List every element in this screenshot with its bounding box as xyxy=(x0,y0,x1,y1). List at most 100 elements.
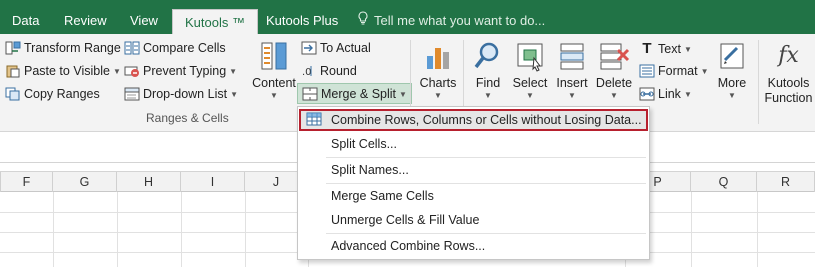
column-header-h[interactable]: H xyxy=(117,172,181,192)
grid-col-line xyxy=(757,192,758,267)
menu-item-label: Advanced Combine Rows... xyxy=(331,239,486,253)
tab-kutools[interactable]: Kutools ™ xyxy=(172,9,258,34)
lightbulb-icon xyxy=(356,7,370,34)
format-button[interactable]: Format ▼ xyxy=(639,61,709,82)
select-icon xyxy=(514,40,546,72)
menu-item-advanced-combine-rows[interactable]: Advanced Combine Rows... xyxy=(299,235,648,257)
paste-icon xyxy=(5,64,21,78)
menu-item-split-names[interactable]: Split Names... xyxy=(299,159,648,181)
chevron-down-icon: ▼ xyxy=(728,91,736,100)
menu-separator xyxy=(326,183,646,184)
column-header-i[interactable]: I xyxy=(181,172,245,192)
menu-item-combine-rows-columns-cells[interactable]: Combine Rows, Columns or Cells without L… xyxy=(299,109,648,131)
delete-label: Delete xyxy=(595,76,633,90)
grid-col-line xyxy=(117,192,118,267)
charts-label: Charts xyxy=(419,76,457,90)
to-actual-label: To Actual xyxy=(320,41,371,55)
text-button[interactable]: T Text ▼ xyxy=(639,38,692,59)
select-label: Select xyxy=(512,76,548,90)
menu-item-unmerge-cells-fill-value[interactable]: Unmerge Cells & Fill Value xyxy=(299,209,648,231)
menu-item-split-cells[interactable]: Split Cells... xyxy=(299,133,648,155)
prevent-typing-button[interactable]: Prevent Typing ▼ xyxy=(124,61,237,82)
copy-ranges-button[interactable]: Copy Ranges xyxy=(5,84,100,105)
more-button[interactable]: More ▼ xyxy=(708,38,756,101)
tab-kutools-plus[interactable]: Kutools Plus xyxy=(262,7,342,34)
grid-col-line xyxy=(181,192,182,267)
merge-split-icon xyxy=(302,87,318,101)
kutools-functions-label-line1: Kutools xyxy=(767,76,810,90)
to-actual-button[interactable]: To Actual xyxy=(301,38,371,59)
dropdown-list-label: Drop-down List xyxy=(143,87,228,101)
compare-cells-icon xyxy=(124,41,140,55)
transform-range-button[interactable]: Transform Range xyxy=(5,38,121,59)
tell-me-box[interactable]: Tell me what you want to do... xyxy=(356,7,545,34)
magnifier-icon xyxy=(472,40,504,72)
select-button[interactable]: Select ▼ xyxy=(506,38,554,101)
insert-icon xyxy=(556,40,588,72)
compare-cells-button[interactable]: Compare Cells xyxy=(124,38,226,59)
dropdown-list-button[interactable]: Drop-down List ▼ xyxy=(124,84,238,105)
text-label: Text xyxy=(658,42,681,56)
chevron-down-icon: ▼ xyxy=(568,91,576,100)
chevron-down-icon: ▼ xyxy=(683,90,692,99)
tab-view[interactable]: View xyxy=(126,7,162,34)
chevron-down-icon: ▼ xyxy=(683,45,692,54)
tab-data[interactable]: Data xyxy=(8,7,43,34)
kutools-functions-button[interactable]: fx Kutools Function xyxy=(762,38,815,106)
round-icon: .0 xyxy=(301,64,317,78)
more-label: More xyxy=(717,76,747,90)
chevron-down-icon: ▼ xyxy=(230,90,238,99)
content-icon xyxy=(258,40,290,72)
delete-icon xyxy=(598,40,630,72)
column-header-r[interactable]: R xyxy=(757,172,815,192)
chevron-down-icon: ▼ xyxy=(229,67,238,76)
menu-item-label: Split Cells... xyxy=(331,137,397,151)
link-label: Link xyxy=(658,87,681,101)
round-button[interactable]: .0 Round xyxy=(301,61,357,82)
column-header-f[interactable]: F xyxy=(1,172,53,192)
compare-cells-label: Compare Cells xyxy=(143,41,226,55)
column-header-q[interactable]: Q xyxy=(691,172,757,192)
find-button[interactable]: Find ▼ xyxy=(464,38,512,101)
column-header-g[interactable]: G xyxy=(53,172,117,192)
link-button[interactable]: Link ▼ xyxy=(639,84,692,105)
copy-ranges-icon xyxy=(5,87,21,101)
tell-me-text: Tell me what you want to do... xyxy=(374,13,546,28)
charts-button[interactable]: Charts ▼ xyxy=(414,38,462,101)
transform-range-icon xyxy=(5,41,21,55)
grid-col-line xyxy=(691,192,692,267)
merge-split-label: Merge & Split xyxy=(321,87,397,101)
group-divider xyxy=(758,40,759,124)
prevent-typing-icon xyxy=(124,64,140,78)
paste-to-visible-button[interactable]: Paste to Visible ▼ xyxy=(5,61,121,82)
dropdown-list-icon xyxy=(124,87,140,101)
insert-label: Insert xyxy=(556,76,588,90)
grid-col-line xyxy=(53,192,54,267)
chevron-down-icon: ▼ xyxy=(434,91,442,100)
merge-split-button[interactable]: Merge & Split ▼ xyxy=(297,83,412,104)
to-actual-icon xyxy=(301,41,317,55)
menu-separator xyxy=(326,233,646,234)
chevron-down-icon: ▼ xyxy=(270,91,278,100)
group-label-ranges-cells: Ranges & Cells xyxy=(146,111,229,125)
prevent-typing-label: Prevent Typing xyxy=(143,64,227,78)
menu-item-label: Unmerge Cells & Fill Value xyxy=(331,213,480,227)
find-label: Find xyxy=(475,76,501,90)
more-icon xyxy=(716,40,748,72)
ribbon-tab-bar: Data Review View Kutools ™ Kutools Plus … xyxy=(0,0,815,34)
delete-button[interactable]: Delete ▼ xyxy=(590,38,638,101)
menu-separator xyxy=(326,157,646,158)
menu-item-merge-same-cells[interactable]: Merge Same Cells xyxy=(299,185,648,207)
menu-item-label: Merge Same Cells xyxy=(331,189,434,203)
grid-col-line xyxy=(245,192,246,267)
merge-split-menu: Combine Rows, Columns or Cells without L… xyxy=(297,106,650,260)
chevron-down-icon: ▼ xyxy=(610,91,618,100)
round-label: Round xyxy=(320,64,357,78)
tab-review[interactable]: Review xyxy=(60,7,111,34)
content-button[interactable]: Content ▼ xyxy=(250,38,298,101)
combine-table-icon xyxy=(306,112,322,126)
link-icon xyxy=(639,87,655,101)
insert-button[interactable]: Insert ▼ xyxy=(548,38,596,101)
text-icon: T xyxy=(642,40,652,57)
chevron-down-icon: ▼ xyxy=(112,67,121,76)
